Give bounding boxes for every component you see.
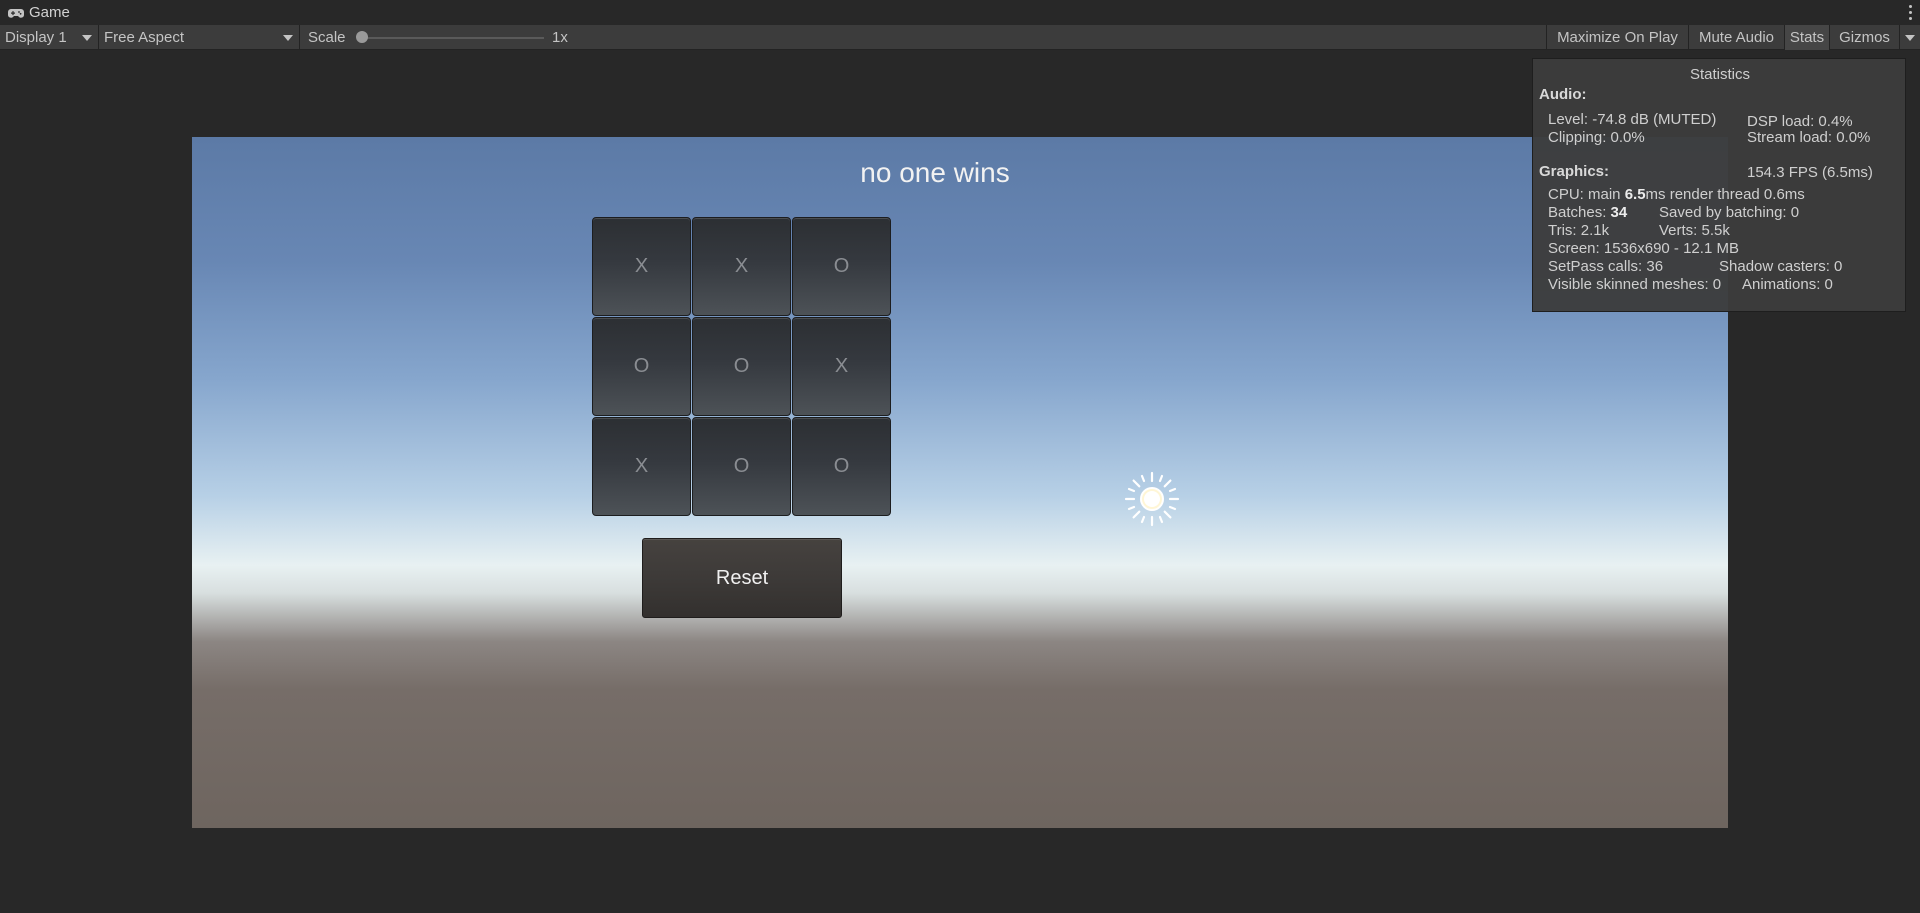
stats-batches: Batches: 34 <box>1548 204 1628 221</box>
game-status-text: no one wins <box>860 157 1010 188</box>
board-cell-3[interactable]: O <box>792 217 891 316</box>
scale-label: Scale <box>308 29 346 46</box>
board-cell-5[interactable]: O <box>692 317 791 416</box>
stats-button[interactable]: Stats <box>1784 25 1829 50</box>
dropdown-arrow-icon <box>283 35 293 41</box>
more-options-icon[interactable] <box>1906 3 1914 21</box>
gamepad-icon <box>8 7 24 19</box>
tab-bar: Game <box>0 0 1920 25</box>
stats-tris: Tris: 2.1k <box>1548 222 1610 239</box>
mute-audio-button[interactable]: Mute Audio <box>1688 25 1784 50</box>
board-cell-4[interactable]: O <box>592 317 691 416</box>
stats-saved-by-batching: Saved by batching: 0 <box>1659 204 1800 221</box>
stats-shadow-casters: Shadow casters: 0 <box>1719 258 1843 275</box>
aspect-dropdown[interactable]: Free Aspect <box>99 25 299 50</box>
scale-slider-handle[interactable] <box>356 31 368 43</box>
stats-setpass-calls: SetPass calls: 36 <box>1548 258 1664 275</box>
dropdown-arrow-icon <box>82 35 92 41</box>
stats-audio-header: Audio: <box>1539 86 1587 103</box>
board-cell-9[interactable]: O <box>792 417 891 516</box>
maximize-on-play-button[interactable]: Maximize On Play <box>1546 25 1688 50</box>
stats-fps: 154.3 FPS (6.5ms) <box>1747 164 1873 181</box>
board-cell-8[interactable]: O <box>692 417 791 516</box>
display-dropdown[interactable]: Display 1 <box>0 25 98 50</box>
board-cell-2[interactable]: X <box>692 217 791 316</box>
board-cell-6[interactable]: X <box>792 317 891 416</box>
stats-dsp-load: DSP load: 0.4% <box>1747 113 1853 130</box>
scale-value: 1x <box>552 29 568 46</box>
scale-slider-track[interactable] <box>360 37 544 39</box>
directional-light-sun-icon <box>1124 471 1180 527</box>
stats-animations: Animations: 0 <box>1742 276 1833 293</box>
stats-graphics-header: Graphics: <box>1539 163 1610 180</box>
stats-audio-clipping: Clipping: 0.0% <box>1548 129 1645 146</box>
game-tab[interactable]: Game <box>0 0 78 25</box>
stats-cpu: CPU: main 6.5ms render thread 0.6ms <box>1548 186 1805 203</box>
stats-audio-level: Level: -74.8 dB (MUTED) <box>1548 111 1717 128</box>
game-toolbar: Display 1 Free Aspect Scale 1x Maximize … <box>0 25 1920 50</box>
tic-tac-toe-board: X X O O O X X O O <box>592 217 892 517</box>
board-cell-1[interactable]: X <box>592 217 691 316</box>
toolbar-divider <box>299 25 300 50</box>
stats-verts: Verts: 5.5k <box>1659 222 1730 239</box>
tab-title: Game <box>29 4 70 21</box>
stats-screen: Screen: 1536x690 - 12.1 MB <box>1548 240 1739 257</box>
board-cell-7[interactable]: X <box>592 417 691 516</box>
display-dropdown-label: Display 1 <box>5 29 67 46</box>
reset-button[interactable]: Reset <box>642 538 842 618</box>
game-viewport[interactable]: no one wins X X O O O X X O O Reset <box>192 137 1728 828</box>
gizmos-dropdown[interactable] <box>1899 25 1920 50</box>
gizmos-button[interactable]: Gizmos <box>1829 25 1899 50</box>
dropdown-arrow-icon <box>1905 34 1915 41</box>
stats-stream-load: Stream load: 0.0% <box>1747 129 1871 146</box>
stats-visible-skinned-meshes: Visible skinned meshes: 0 <box>1548 276 1722 293</box>
statistics-panel: Statistics Audio: Level: -74.8 dB (MUTED… <box>1532 58 1906 312</box>
stats-title: Statistics <box>1689 66 1750 83</box>
aspect-dropdown-label: Free Aspect <box>104 29 185 46</box>
